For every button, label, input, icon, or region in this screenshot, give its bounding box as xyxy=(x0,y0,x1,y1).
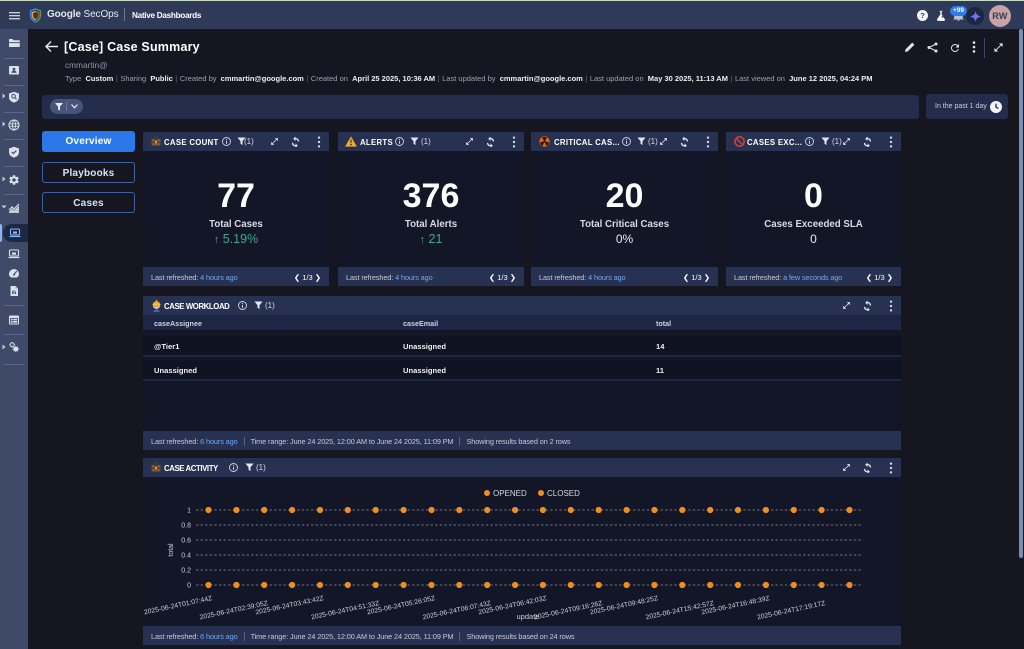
svg-text:total: total xyxy=(168,543,175,557)
svg-text:OPENED: OPENED xyxy=(493,489,527,498)
svg-text:0.6: 0.6 xyxy=(181,538,191,545)
svg-text:update: update xyxy=(517,612,540,621)
svg-text:0.4: 0.4 xyxy=(181,553,191,560)
svg-text:CLOSED: CLOSED xyxy=(547,489,580,498)
svg-text:0.2: 0.2 xyxy=(181,568,191,575)
svg-text:1: 1 xyxy=(187,508,191,515)
svg-text:0: 0 xyxy=(187,583,191,590)
svg-text:0.8: 0.8 xyxy=(181,523,191,530)
svg-text:2025-06-24T17:19:17Z: 2025-06-24T17:19:17Z xyxy=(757,600,826,621)
svg-text:?: ? xyxy=(920,11,925,20)
